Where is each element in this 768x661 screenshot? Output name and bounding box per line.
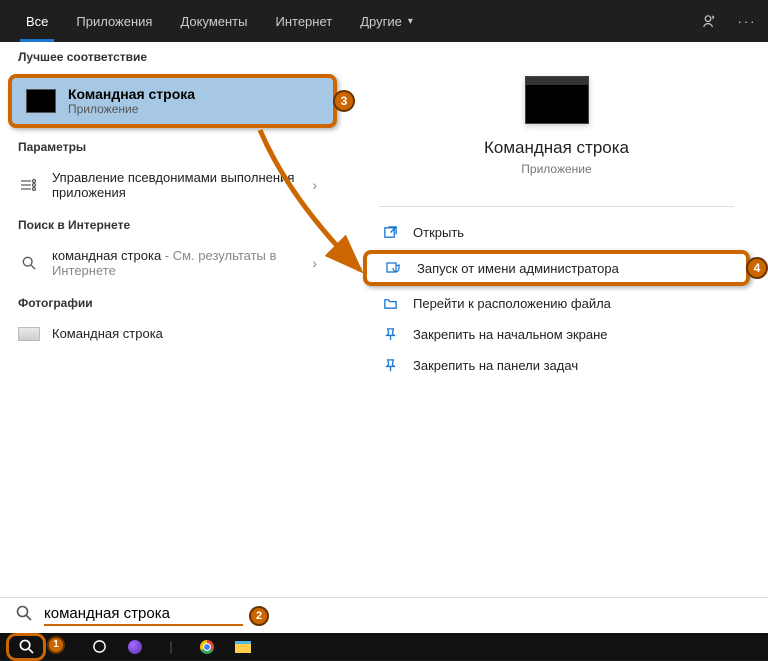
search-icon [16,605,32,626]
tab-apps[interactable]: Приложения [62,0,166,42]
best-match-subtitle: Приложение [68,102,195,116]
tab-all[interactable]: Все [12,0,62,42]
params-header: Параметры [0,132,345,160]
tab-more[interactable]: Другие▾ [346,0,427,42]
tab-documents[interactable]: Документы [166,0,261,42]
pin-icon [379,327,401,342]
taskbar-cortana-icon[interactable] [86,637,112,657]
photo-icon [18,327,40,341]
photos-header: Фотографии [0,288,345,316]
web-header: Поиск в Интернете [0,210,345,238]
action-open-location[interactable]: Перейти к расположению файла [345,288,768,319]
pin-icon [379,358,401,373]
taskbar-search-button[interactable]: 1 [6,633,46,661]
preview-pane: Командная строка Приложение Открыть Запу… [345,42,768,597]
photos-item[interactable]: Командная строка [0,316,345,351]
preview-thumb [525,76,589,124]
alias-icon [18,179,40,191]
search-icon [13,637,39,657]
cmd-icon [26,89,56,113]
chevron-right-icon: › [312,255,327,271]
taskbar-explorer-icon[interactable] [230,637,256,657]
best-match-item[interactable]: Командная строка Приложение 3 [8,74,337,128]
action-pin-start[interactable]: Закрепить на начальном экране [345,319,768,350]
search-icon [18,256,40,270]
admin-shield-icon [383,260,405,276]
preview-subtitle: Приложение [345,162,768,176]
taskbar-chrome-icon[interactable] [194,637,220,657]
search-tabs: Все Приложения Документы Интернет Другие… [0,0,768,42]
feedback-icon[interactable] [700,12,718,30]
best-match-title: Командная строка [68,86,195,102]
tab-internet[interactable]: Интернет [261,0,346,42]
folder-icon [379,296,401,311]
chevron-right-icon: › [312,177,327,193]
preview-title: Командная строка [345,138,768,158]
search-input[interactable] [44,605,243,622]
annotation-badge-1: 1 [47,636,65,654]
annotation-badge-2: 2 [249,606,269,626]
best-match-header: Лучшее соответствие [0,42,345,70]
chevron-down-icon: ▾ [408,16,413,27]
web-search-item[interactable]: командная строка - См. результаты в Инте… [0,238,345,288]
taskbar-divider: | [158,637,184,657]
action-open[interactable]: Открыть [345,217,768,248]
params-alias-item[interactable]: Управление псевдонимами выполнения прило… [0,160,345,210]
taskbar-yandex-icon[interactable] [122,637,148,657]
annotation-badge-4: 4 [746,257,768,279]
open-icon [379,225,401,240]
results-left-pane: Лучшее соответствие Командная строка При… [0,42,345,597]
search-box[interactable]: 2 [0,597,768,633]
taskbar: 1 | [0,633,768,660]
action-pin-taskbar[interactable]: Закрепить на панели задач [345,350,768,381]
more-options-icon[interactable]: ··· [738,12,756,30]
action-run-as-admin[interactable]: Запуск от имени администратора 4 [363,250,750,286]
